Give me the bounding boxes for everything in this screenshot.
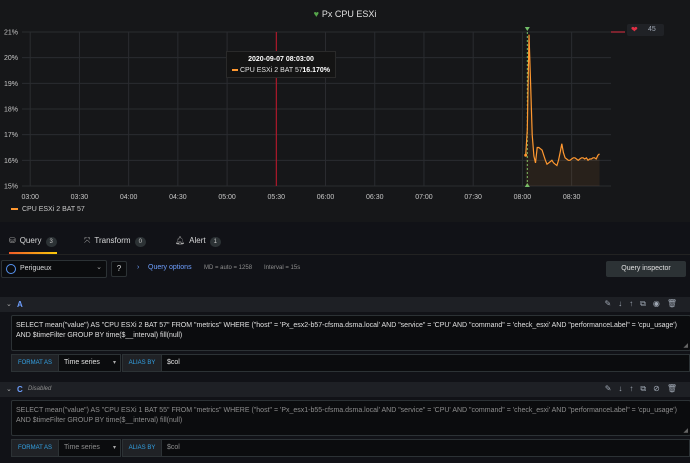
- heart-icon: ♥: [313, 9, 319, 19]
- legend-swatch-icon: [11, 208, 18, 211]
- arrow-up-icon[interactable]: ↑: [629, 299, 640, 308]
- query-row-header[interactable]: ⌄ A ✎↓↑⧉◉🗑︎: [0, 297, 690, 312]
- tooltip-time: 2020-09-07 08:03:00: [248, 56, 314, 63]
- tab-count: 3: [45, 237, 57, 247]
- alias-by-label: ALIAS BY: [122, 354, 162, 372]
- x-tick-label: 05:30: [268, 194, 286, 201]
- datasource-picker[interactable]: Perigueux ⌄: [1, 260, 107, 278]
- x-axis: 03:00 03:30 04:00 04:30 05:00 05:30 06:00 06:30…: [21, 194, 580, 201]
- editor-tabs: ⛁ Query 3 ⤧ Transform 0 🔔︎ Alert 1: [0, 228, 690, 255]
- tab-count: 0: [134, 237, 146, 247]
- chevron-down-icon[interactable]: ⌄: [6, 385, 12, 393]
- alert-count: 45: [648, 26, 656, 33]
- y-tick-label: 19%: [4, 81, 18, 88]
- query-editor[interactable]: SELECT mean("value") AS "CPU ESXi 2 BAT …: [11, 315, 690, 351]
- query-row-header[interactable]: ⌄ C Disabled ✎↓↑⧉⊘🗑︎: [0, 382, 690, 397]
- query-ref-id: C: [17, 385, 23, 394]
- x-tick-label: 07:00: [415, 194, 433, 201]
- format-as-select[interactable]: Time series ▾: [58, 354, 121, 372]
- y-tick-label: 15%: [4, 184, 18, 191]
- eye-icon[interactable]: ◉: [653, 299, 667, 308]
- y-tick-label: 21%: [4, 30, 18, 37]
- tab-alert[interactable]: 🔔︎ Alert 1: [175, 228, 221, 254]
- query-editor[interactable]: SELECT mean("value") AS "CPU ESXi 1 BAT …: [11, 400, 690, 436]
- arrow-down-icon[interactable]: ↓: [618, 384, 629, 393]
- resize-grip-icon[interactable]: ◢: [683, 427, 688, 434]
- copy-icon[interactable]: ⧉: [640, 299, 653, 308]
- trash-icon[interactable]: 🗑︎: [667, 384, 684, 393]
- x-tick-label: 04:00: [120, 194, 138, 201]
- resize-grip-icon[interactable]: ◢: [683, 342, 688, 349]
- edit-icon[interactable]: ✎: [605, 384, 619, 393]
- y-tick-label: 18%: [4, 107, 18, 114]
- datasource-icon: [6, 264, 16, 274]
- eye-off-icon[interactable]: ⊘: [653, 384, 667, 393]
- x-tick-label: 07:30: [464, 194, 482, 201]
- query-row-actions: ✎↓↑⧉◉🗑︎: [604, 299, 684, 309]
- transform-icon: ⤧: [84, 236, 91, 245]
- tab-transform[interactable]: ⤧ Transform 0: [84, 228, 146, 254]
- query-text[interactable]: SELECT mean("value") AS "CPU ESXi 2 BAT …: [16, 321, 684, 341]
- x-tick-label: 04:30: [169, 194, 187, 201]
- interval-info: Interval = 15s: [264, 265, 301, 271]
- query-options-toggle[interactable]: Query options: [148, 264, 192, 271]
- y-axis: 15% 16% 17% 18% 19% 20% 21%: [4, 30, 18, 191]
- help-button[interactable]: ?: [111, 261, 127, 277]
- arrow-up-icon[interactable]: ↑: [629, 384, 640, 393]
- y-tick-label: 17%: [4, 132, 18, 139]
- x-tick-label: 08:00: [514, 194, 532, 201]
- format-as-label: FORMAT AS: [11, 439, 59, 457]
- caret-down-icon: ▾: [112, 445, 116, 451]
- y-tick-label: 16%: [4, 158, 18, 165]
- series-swatch-icon: [232, 69, 238, 72]
- format-as-select[interactable]: Time series ▾: [58, 439, 121, 457]
- alias-by-label: ALIAS BY: [122, 439, 162, 457]
- tab-query[interactable]: ⛁ Query 3: [9, 228, 57, 254]
- x-tick-label: 05:00: [218, 194, 236, 201]
- max-datapoints-info: MD = auto = 1258: [204, 265, 253, 271]
- chevron-down-icon: ⌄: [96, 264, 102, 271]
- x-tick-label: 03:30: [71, 194, 89, 201]
- alias-by-input[interactable]: $col: [161, 439, 690, 457]
- arrow-down-icon[interactable]: ↓: [618, 299, 629, 308]
- format-as-label: FORMAT AS: [11, 354, 59, 372]
- series-point: [524, 153, 528, 157]
- chevron-right-icon[interactable]: ›: [137, 264, 139, 271]
- panel-title[interactable]: ♥ Px CPU ESXi: [0, 9, 690, 19]
- x-tick-label: 06:30: [366, 194, 384, 201]
- graph-tooltip: 2020-09-07 08:03:00 CPU ESXi 2 BAT 57: 1…: [226, 51, 336, 78]
- legend-item[interactable]: CPU ESXi 2 BAT 57: [11, 206, 85, 213]
- alert-state-badge[interactable]: ❤ 45: [627, 24, 664, 36]
- chevron-down-icon[interactable]: ⌄: [6, 300, 12, 308]
- tab-count: 1: [209, 237, 221, 247]
- query-text[interactable]: SELECT mean("value") AS "CPU ESXi 1 BAT …: [16, 406, 684, 426]
- bell-icon: 🔔︎: [175, 236, 186, 245]
- cursor-top-marker: [524, 27, 530, 31]
- tooltip-value: 16.170%: [302, 67, 330, 74]
- query-disabled-label: Disabled: [28, 386, 52, 392]
- query-inspector-button[interactable]: Query inspector: [606, 261, 686, 277]
- x-tick-label: 06:00: [317, 194, 335, 201]
- query-ref-id: A: [17, 300, 23, 309]
- tooltip-series: CPU ESXi 2 BAT 57:: [232, 67, 305, 74]
- alias-by-input[interactable]: $col: [161, 354, 690, 372]
- copy-icon[interactable]: ⧉: [640, 384, 653, 393]
- series-line: [525, 34, 600, 167]
- trash-icon[interactable]: 🗑︎: [667, 299, 684, 308]
- x-tick-label: 03:00: [21, 194, 39, 201]
- x-tick-label: 08:30: [563, 194, 581, 201]
- y-tick-label: 20%: [4, 55, 18, 62]
- edit-icon[interactable]: ✎: [604, 299, 618, 308]
- caret-down-icon: ▾: [112, 360, 116, 366]
- broken-heart-icon: ❤: [631, 25, 638, 34]
- graph-canvas[interactable]: 15% 16% 17% 18% 19% 20% 21% 03:00 03:30 04:00 04:…: [0, 0, 690, 222]
- query-row-actions: ✎↓↑⧉⊘🗑︎: [605, 384, 684, 394]
- database-icon: ⛁: [9, 236, 16, 245]
